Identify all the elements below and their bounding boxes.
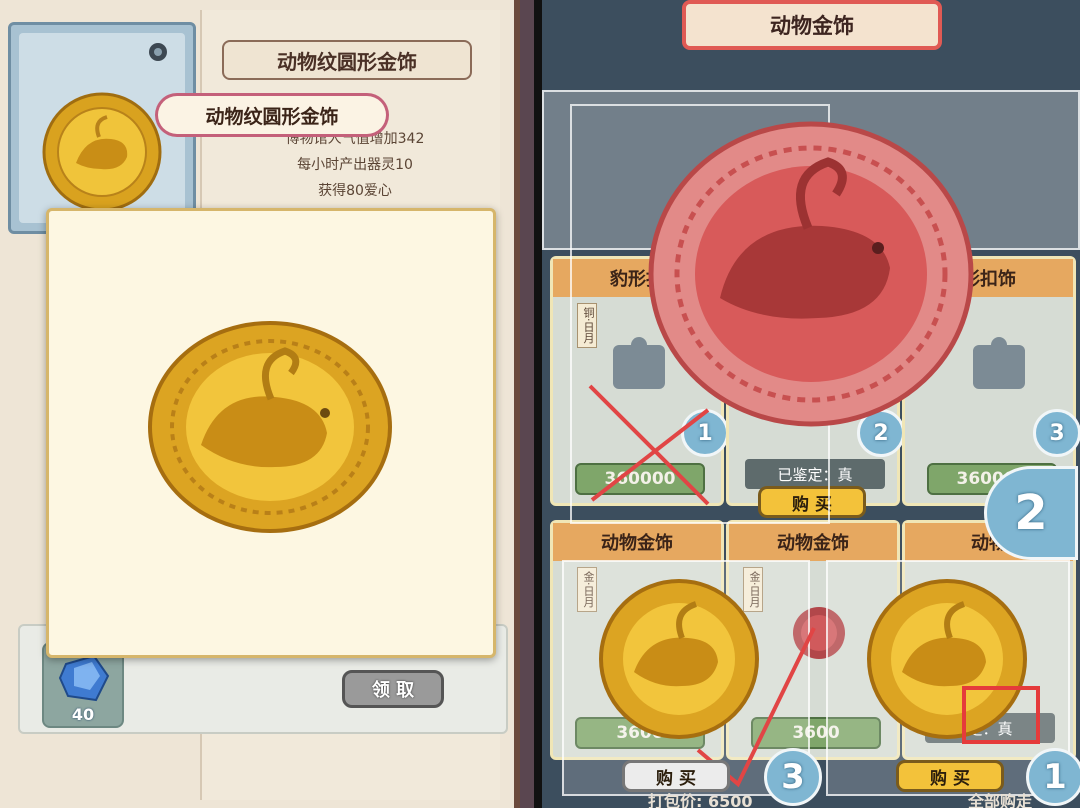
corner-number-1: 1: [1026, 748, 1080, 806]
card-3-corner-number: 3: [1033, 409, 1080, 457]
big-corner-number-2: 2: [984, 466, 1078, 560]
item-description: 博物馆人气值增加342 每小时产出器灵10 获得80爱心: [210, 126, 500, 204]
pin-icon: [149, 43, 167, 61]
red-x-mark-icon: [588, 384, 710, 506]
claim-button[interactable]: 领 取: [342, 670, 444, 708]
desc-line-3: 获得80爱心: [318, 183, 392, 199]
shop-banner: 动物金饰: [682, 0, 942, 50]
bundle-price-text: 打包价: 6500: [648, 792, 753, 808]
gold-coin-large-icon: [148, 321, 392, 533]
highlight-box: [962, 686, 1040, 744]
reward-count: 40: [71, 705, 95, 724]
left-screen: 动物纹圆形金饰 博物馆人气值增加342 每小时产出器灵10 获得80爱心 动物纹…: [0, 0, 534, 808]
blue-gem-icon: [58, 654, 110, 702]
card-4-title: 动物金饰: [553, 523, 721, 561]
gold-coin-icon: [42, 92, 162, 212]
corner-number-3: 3: [764, 748, 822, 806]
desc-line-2: 每小时产出器灵10: [297, 157, 413, 173]
right-screen: 动物金饰 豹形扣 铜·日月 360000 1 已鉴定：真 2 购 买 形扣饰 3…: [542, 0, 1080, 808]
buy-all-text[interactable]: 全部购走: [968, 788, 1032, 808]
item-preview-popup: [46, 208, 496, 658]
card-5-title: 动物金饰: [729, 523, 897, 561]
item-title-plate: 动物纹圆形金饰: [222, 40, 472, 80]
item-name-tag: 动物纹圆形金饰: [158, 96, 386, 134]
split-divider: [534, 0, 542, 808]
